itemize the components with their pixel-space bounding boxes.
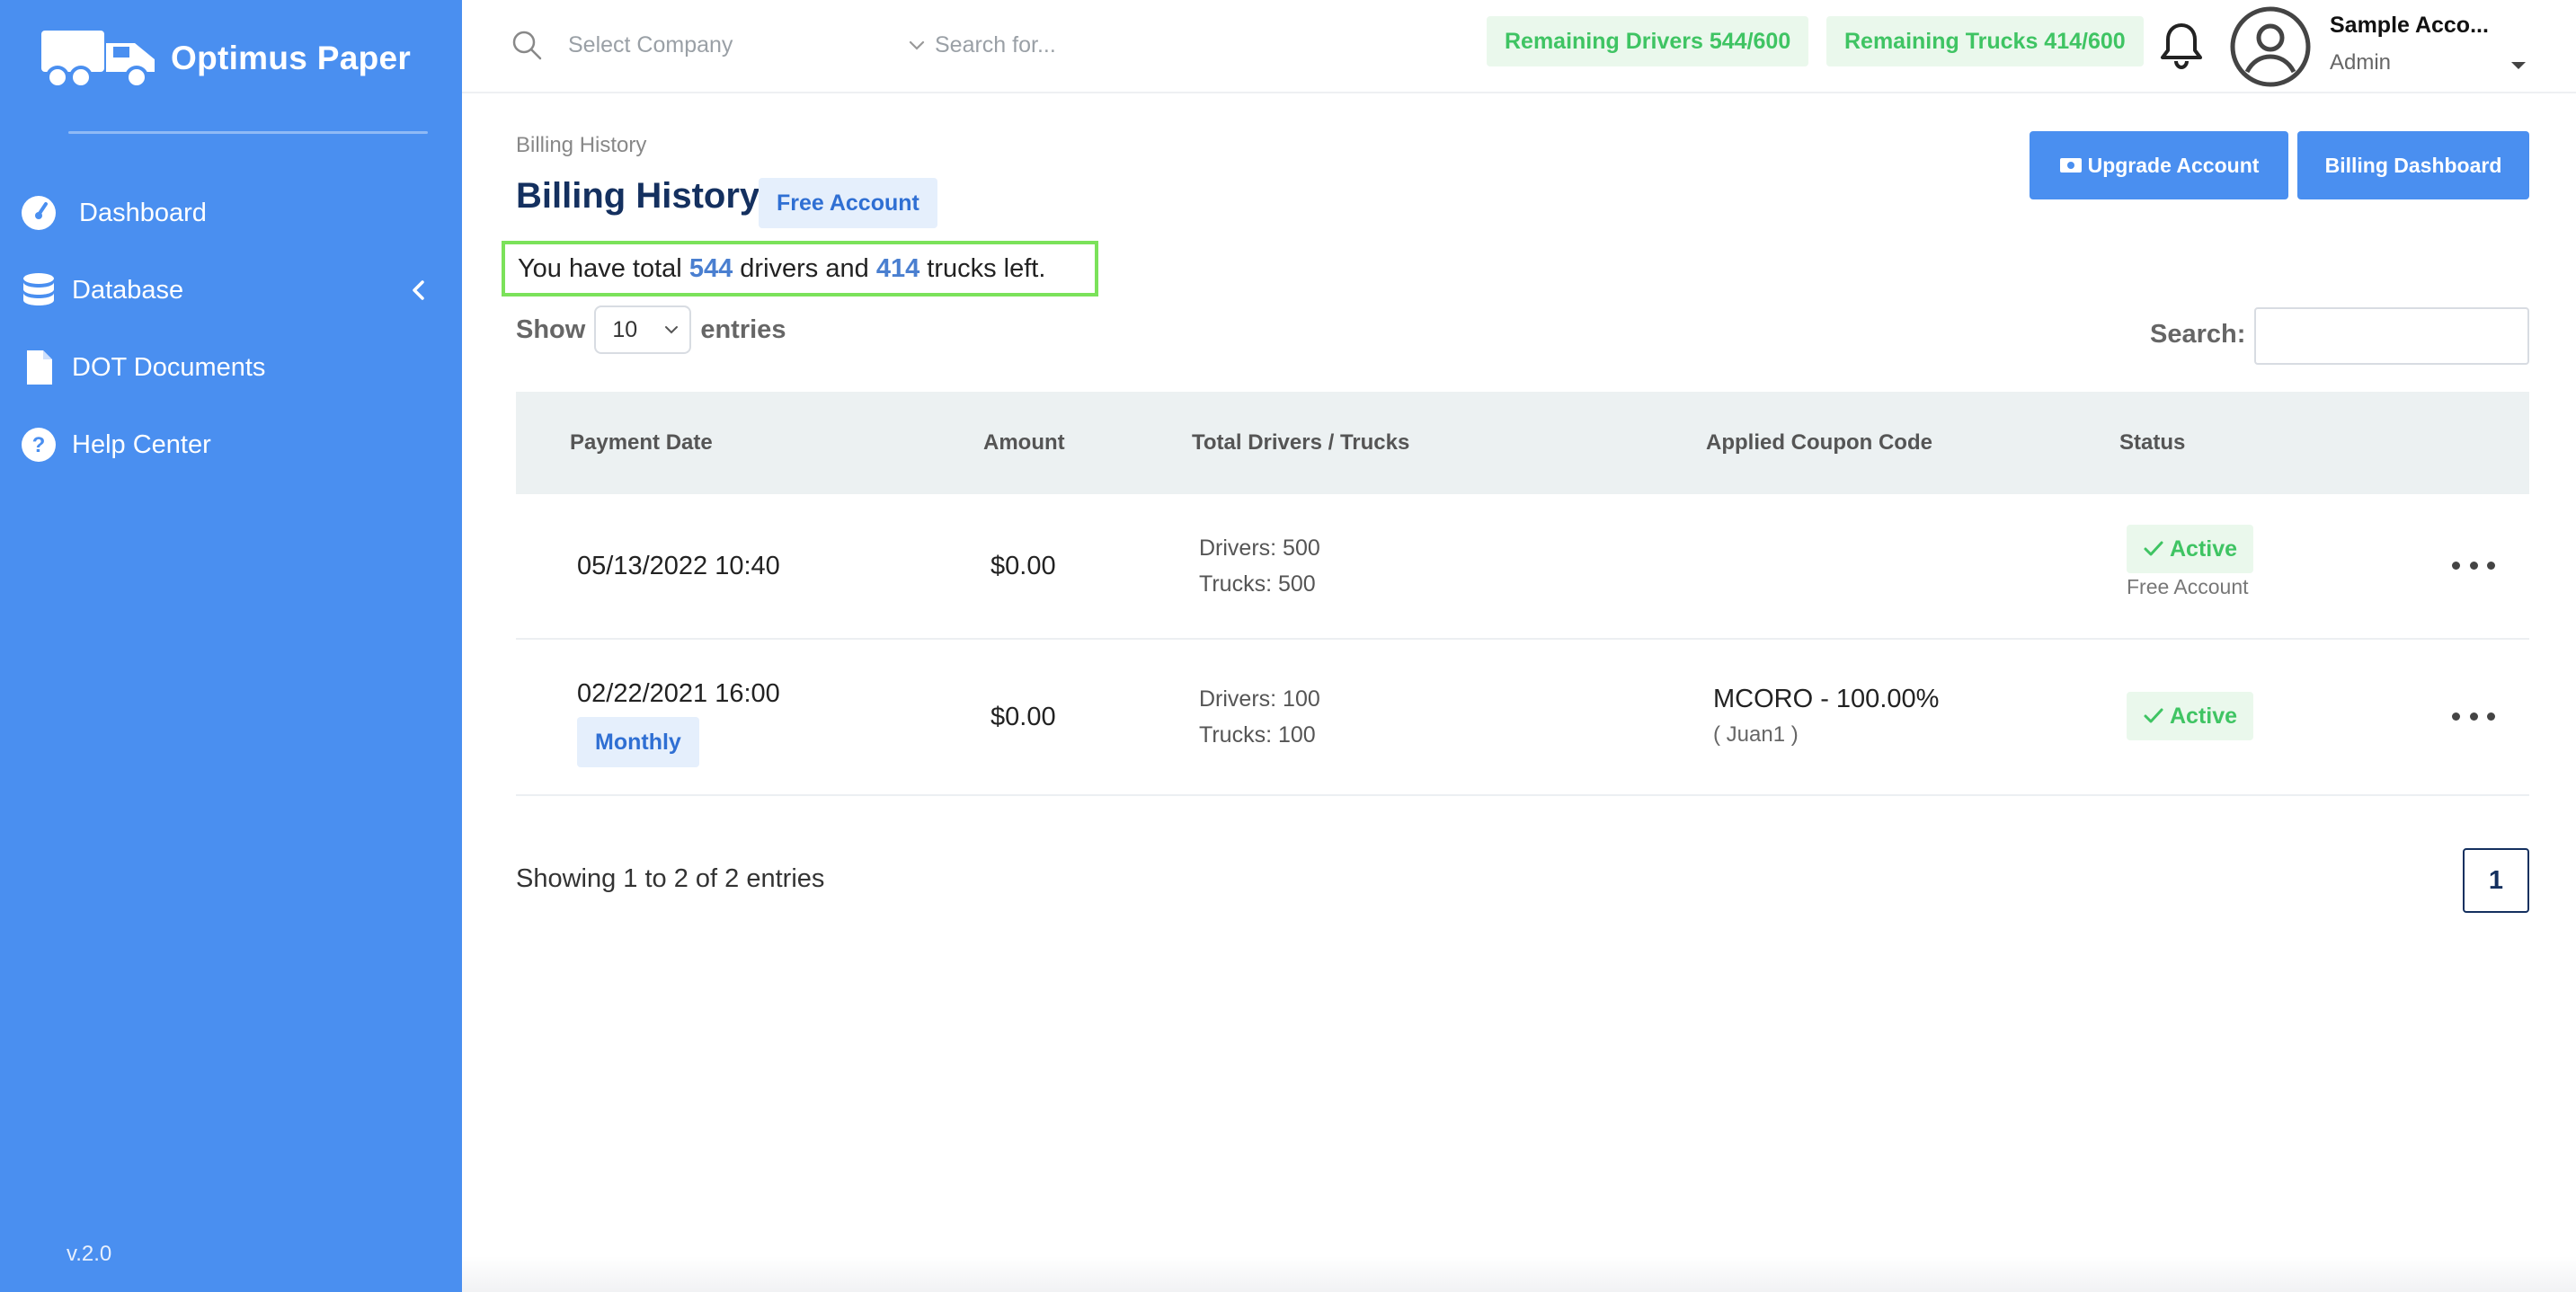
sidebar-item-label: DOT Documents: [72, 352, 266, 382]
svg-text:?: ?: [32, 433, 46, 457]
billing-dashboard-label: Billing Dashboard: [2324, 153, 2502, 177]
column-header-payment-date[interactable]: Payment Date: [570, 392, 713, 494]
entries-select[interactable]: 10: [594, 305, 692, 354]
sidebar-item-help-center[interactable]: ? Help Center: [0, 413, 462, 476]
column-header-drivers-trucks[interactable]: Total Drivers / Trucks: [1192, 392, 1409, 494]
payment-date: 05/13/2022 10:40: [577, 552, 780, 580]
payment-date: 02/22/2021 16:00: [577, 679, 780, 708]
table-search-input[interactable]: [2254, 307, 2529, 365]
payment-amount: $0.00: [990, 703, 1056, 731]
row-actions-button[interactable]: [2452, 552, 2495, 579]
chevron-down-icon: [909, 40, 925, 50]
status-cell: Active: [2127, 692, 2254, 740]
table-header: Payment Date Amount Total Drivers / Truc…: [516, 392, 2529, 494]
billing-dashboard-button[interactable]: Billing Dashboard: [2297, 131, 2529, 199]
trucks-count: Trucks: 100: [1199, 722, 1316, 748]
table-search-label: Search:: [2150, 320, 2246, 349]
remaining-drivers-badge: Remaining Drivers 544/600: [1487, 16, 1809, 66]
status-cell: Active: [2127, 525, 2254, 573]
column-header-status[interactable]: Status: [2119, 392, 2185, 494]
caret-down-icon[interactable]: [2509, 59, 2527, 72]
avatar[interactable]: [2229, 5, 2312, 88]
upgrade-account-button[interactable]: Upgrade Account: [2030, 131, 2288, 199]
table-row: 02/22/2021 16:00 Monthly $0.00 Drivers: …: [516, 640, 2529, 796]
breadcrumb[interactable]: Billing History: [516, 133, 646, 158]
brand-logo[interactable]: Optimus Paper: [40, 27, 411, 90]
remaining-summary: You have total 544 drivers and 414 truck…: [502, 241, 1098, 296]
sidebar-item-dot-documents[interactable]: DOT Documents: [0, 336, 462, 399]
sidebar: Optimus Paper Dashboard Database DOT Doc…: [0, 0, 462, 1292]
summary-trucks-count: 414: [875, 253, 920, 283]
status-label: Active: [2170, 703, 2238, 729]
frequency-cell: Monthly: [577, 717, 699, 767]
entries-select-value: 10: [612, 316, 638, 342]
app-version: v.2.0: [67, 1242, 112, 1266]
upgrade-account-label: Upgrade Account: [2087, 153, 2260, 177]
pagination-page-1[interactable]: 1: [2463, 848, 2529, 913]
sidebar-item-label: Database: [72, 275, 184, 305]
drivers-count: Drivers: 500: [1199, 535, 1320, 561]
sidebar-item-dashboard[interactable]: Dashboard: [0, 181, 462, 244]
sidebar-item-label: Dashboard: [79, 198, 207, 227]
company-select[interactable]: Select Company: [568, 25, 928, 65]
user-name[interactable]: Sample Acco...: [2330, 13, 2489, 39]
billing-frequency-badge: Monthly: [577, 717, 699, 767]
notification-bell-icon[interactable]: [2159, 22, 2204, 70]
summary-prefix: You have total: [518, 253, 682, 283]
database-icon: [23, 273, 54, 305]
company-select-placeholder: Select Company: [568, 31, 733, 58]
document-icon: [27, 350, 52, 385]
column-header-amount[interactable]: Amount: [983, 392, 1065, 494]
coupon-owner: ( Juan1 ): [1713, 722, 1799, 747]
bottom-shadow: [462, 1256, 2576, 1292]
show-label: Show: [516, 314, 586, 344]
row-actions-button[interactable]: [2452, 703, 2495, 730]
summary-drivers-count: 544: [688, 253, 733, 283]
summary-middle: drivers and: [740, 253, 869, 283]
entries-length-control: Show 10 entries: [516, 305, 786, 354]
remaining-trucks-badge: Remaining Trucks 414/600: [1826, 16, 2144, 66]
brand-name: Optimus Paper: [171, 40, 412, 76]
coupon-code: MCORO - 100.00%: [1713, 685, 1940, 713]
truck-logo-icon: [41, 31, 155, 89]
sidebar-item-database[interactable]: Database: [0, 259, 462, 322]
help-circle-icon: ?: [22, 428, 56, 462]
status-badge: Active: [2127, 692, 2254, 740]
payment-amount: $0.00: [990, 552, 1056, 580]
status-label: Active: [2170, 535, 2238, 562]
table-row: 05/13/2022 10:40 $0.00 Drivers: 500 Truc…: [516, 494, 2529, 640]
money-bill-icon: [2059, 158, 2082, 173]
check-icon: [2144, 708, 2163, 723]
plan-badge: Free Account: [759, 178, 937, 228]
dashboard-gauge-icon: [22, 196, 56, 230]
status-badge: Active: [2127, 525, 2254, 573]
chevron-left-icon[interactable]: [406, 278, 431, 303]
page-title: Billing History: [516, 176, 760, 216]
check-icon: [2144, 541, 2163, 556]
chevron-down-icon: [665, 326, 679, 334]
user-role: Admin: [2330, 50, 2392, 75]
column-header-coupon[interactable]: Applied Coupon Code: [1706, 392, 1932, 494]
search-icon: [512, 31, 542, 60]
status-note: Free Account: [2127, 575, 2249, 598]
summary-suffix: trucks left.: [927, 253, 1046, 283]
brand-divider: [68, 131, 428, 134]
sidebar-item-label: Help Center: [72, 429, 211, 459]
drivers-count: Drivers: 100: [1199, 686, 1320, 712]
entries-label: entries: [700, 314, 786, 344]
global-search-input[interactable]: [935, 25, 1438, 65]
top-bar: Select Company Remaining Drivers 544/600…: [462, 0, 2576, 93]
table-info: Showing 1 to 2 of 2 entries: [516, 864, 825, 893]
trucks-count: Trucks: 500: [1199, 571, 1316, 597]
